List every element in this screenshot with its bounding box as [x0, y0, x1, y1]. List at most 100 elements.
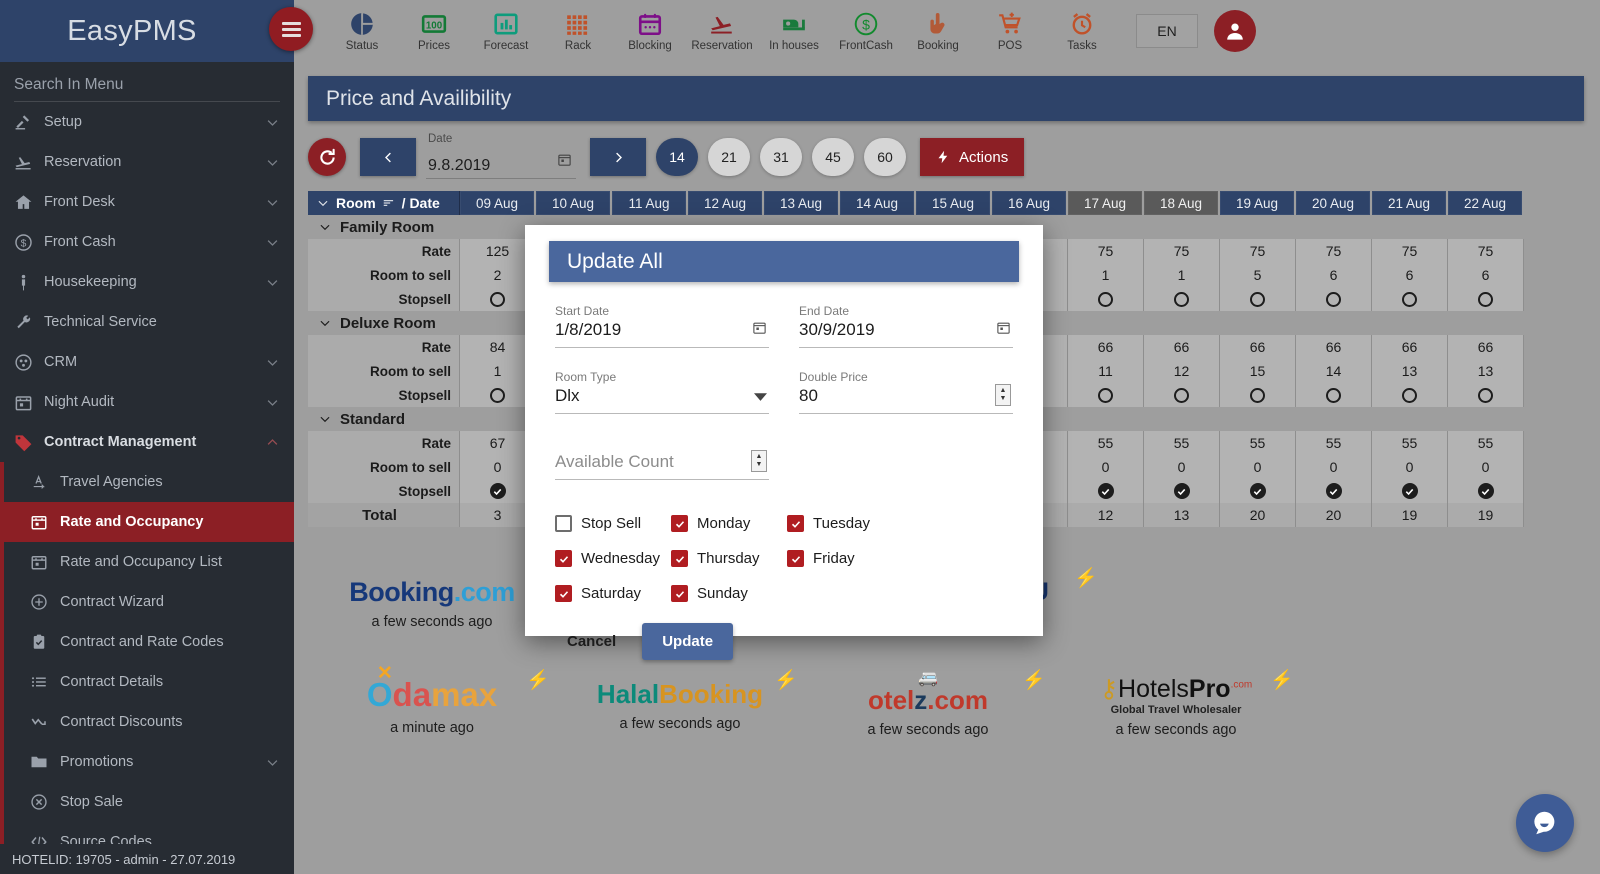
topnav-rack[interactable]: Rack: [542, 10, 614, 52]
grid-cell-stopsell[interactable]: [1144, 383, 1220, 407]
channel-card[interactable]: ⚡ 🚐 otelz.com a few seconds ago: [804, 658, 1052, 753]
available-count-value[interactable]: Available Count: [555, 452, 769, 480]
double-price-value[interactable]: 80: [799, 386, 1013, 414]
user-avatar-button[interactable]: [1214, 10, 1256, 52]
next-date-button[interactable]: [590, 138, 646, 176]
sidebar-item-rate-and-occupancy-list[interactable]: Rate and Occupancy List: [4, 542, 294, 582]
grid-date-header[interactable]: 18 Aug: [1144, 191, 1220, 215]
sidebar-item-crm[interactable]: CRM: [0, 342, 294, 382]
grid-cell[interactable]: 6: [1296, 263, 1372, 287]
grid-cell[interactable]: 1: [1144, 263, 1220, 287]
grid-date-header[interactable]: 14 Aug: [840, 191, 916, 215]
grid-cell[interactable]: 1: [1068, 263, 1144, 287]
grid-cell[interactable]: 75: [1372, 239, 1448, 263]
grid-cell[interactable]: 66: [1220, 335, 1296, 359]
sidebar-item-night-audit[interactable]: Night Audit: [0, 382, 294, 422]
grid-cell[interactable]: 0: [1448, 455, 1524, 479]
chevron-down-icon[interactable]: [265, 235, 280, 250]
sidebar-item-travel-agencies[interactable]: Travel Agencies: [4, 462, 294, 502]
channel-card[interactable]: ⚡ ✕ Odamax a minute ago: [308, 658, 556, 753]
checkbox-friday[interactable]: Friday: [787, 541, 903, 576]
topnav-prices[interactable]: 100 Prices: [398, 10, 470, 52]
grid-cell[interactable]: 75: [1144, 239, 1220, 263]
checkbox-box[interactable]: [671, 515, 688, 532]
grid-cell-stopsell[interactable]: [1144, 287, 1220, 311]
grid-cell[interactable]: 0: [1372, 455, 1448, 479]
sidebar-item-contract-discounts[interactable]: Contract Discounts: [4, 702, 294, 742]
grid-corner-header[interactable]: Room / Date: [308, 191, 460, 215]
grid-cell[interactable]: 75: [1448, 239, 1524, 263]
end-date-value[interactable]: 30/9/2019: [799, 320, 1013, 348]
grid-date-header[interactable]: 10 Aug: [536, 191, 612, 215]
sidebar-item-contract-details[interactable]: Contract Details: [4, 662, 294, 702]
sidebar-item-contract-wizard[interactable]: Contract Wizard: [4, 582, 294, 622]
grid-cell-stopsell[interactable]: [1220, 479, 1296, 503]
topnav-reservation[interactable]: Reservation: [686, 10, 758, 52]
grid-cell[interactable]: 55: [1068, 431, 1144, 455]
grid-cell[interactable]: 75: [1068, 239, 1144, 263]
grid-cell[interactable]: 0: [1144, 455, 1220, 479]
topnav-in-houses[interactable]: In houses: [758, 10, 830, 52]
chevron-down-icon[interactable]: [265, 275, 280, 290]
chevron-down-icon[interactable]: [265, 155, 280, 170]
range-pill-45[interactable]: 45: [812, 138, 854, 176]
topnav-forecast[interactable]: Forecast: [470, 10, 542, 52]
grid-cell[interactable]: 55: [1448, 431, 1524, 455]
sidebar-item-contract-and-rate-codes[interactable]: Contract and Rate Codes: [4, 622, 294, 662]
prev-date-button[interactable]: [360, 138, 416, 176]
grid-cell-stopsell[interactable]: [1068, 287, 1144, 311]
grid-date-header[interactable]: 16 Aug: [992, 191, 1068, 215]
refresh-button[interactable]: [308, 138, 346, 176]
grid-date-header[interactable]: 11 Aug: [612, 191, 688, 215]
cancel-button[interactable]: Cancel: [555, 625, 628, 658]
range-pill-21[interactable]: 21: [708, 138, 750, 176]
channel-card[interactable]: ⚡ HalalBooking a few seconds ago: [556, 658, 804, 753]
grid-cell-stopsell[interactable]: [1372, 383, 1448, 407]
double-price-field[interactable]: Double Price 80 ▲ ▼: [799, 370, 1013, 414]
update-button[interactable]: Update: [642, 623, 734, 660]
grid-cell[interactable]: 66: [1068, 335, 1144, 359]
room-type-field[interactable]: Room Type Dlx: [555, 370, 769, 414]
checkbox-box[interactable]: [555, 515, 572, 532]
available-count-field[interactable]: Available Count ▲ ▼: [555, 436, 769, 480]
topnav-frontcash[interactable]: $ FrontCash: [830, 10, 902, 52]
grid-cell[interactable]: 66: [1448, 335, 1524, 359]
grid-date-header[interactable]: 17 Aug: [1068, 191, 1144, 215]
grid-cell-stopsell[interactable]: [1144, 479, 1220, 503]
range-pill-60[interactable]: 60: [864, 138, 906, 176]
sidebar-item-front-cash[interactable]: $ Front Cash: [0, 222, 294, 262]
checkbox-stop-sell[interactable]: Stop Sell: [555, 506, 671, 541]
checkbox-box[interactable]: [671, 550, 688, 567]
grid-date-header[interactable]: 19 Aug: [1220, 191, 1296, 215]
chevron-down-icon[interactable]: [754, 388, 767, 406]
calendar-icon[interactable]: [557, 152, 572, 172]
grid-cell[interactable]: 6: [1372, 263, 1448, 287]
channel-card[interactable]: ⚡ ⚷HotelsPro.com Global Travel Wholesale…: [1052, 658, 1300, 753]
grid-cell[interactable]: 13: [1372, 359, 1448, 383]
grid-date-header[interactable]: 13 Aug: [764, 191, 840, 215]
checkbox-thursday[interactable]: Thursday: [671, 541, 787, 576]
range-pill-31[interactable]: 31: [760, 138, 802, 176]
start-date-field[interactable]: Start Date 1/8/2019: [555, 304, 769, 348]
checkbox-box[interactable]: [787, 550, 804, 567]
language-button[interactable]: EN: [1136, 14, 1198, 48]
topnav-blocking[interactable]: Blocking: [614, 10, 686, 52]
date-field-value[interactable]: 9.8.2019: [426, 157, 576, 175]
grid-date-header[interactable]: 21 Aug: [1372, 191, 1448, 215]
grid-cell-stopsell[interactable]: [1068, 383, 1144, 407]
grid-cell-stopsell[interactable]: [1220, 287, 1296, 311]
grid-cell[interactable]: 6: [1448, 263, 1524, 287]
sidebar-item-contract-management[interactable]: Contract Management: [0, 422, 294, 462]
checkbox-tuesday[interactable]: Tuesday: [787, 506, 903, 541]
grid-cell-stopsell[interactable]: [1296, 383, 1372, 407]
grid-date-header[interactable]: 22 Aug: [1448, 191, 1524, 215]
chevron-down-icon[interactable]: [265, 395, 280, 410]
sidebar-item-setup[interactable]: Setup: [0, 102, 294, 142]
grid-cell[interactable]: 15: [1220, 359, 1296, 383]
checkbox-wednesday[interactable]: Wednesday: [555, 541, 671, 576]
sidebar-item-rate-and-occupancy[interactable]: Rate and Occupancy: [0, 502, 294, 542]
grid-cell[interactable]: 0: [1068, 455, 1144, 479]
date-field[interactable]: Date 9.8.2019: [426, 133, 576, 179]
chevron-down-icon[interactable]: [265, 195, 280, 210]
grid-cell[interactable]: 55: [1372, 431, 1448, 455]
